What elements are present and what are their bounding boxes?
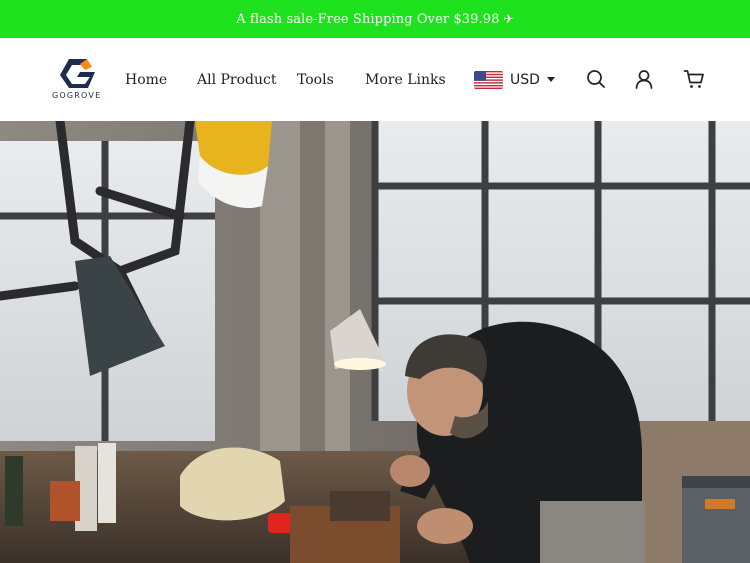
workshop-photo [0, 121, 750, 563]
nav-all-product[interactable]: All Product [197, 38, 277, 121]
caret-down-icon [546, 77, 555, 82]
nav-more-links[interactable]: More Links [365, 38, 446, 121]
brand-logo[interactable]: GOGROVE [52, 55, 104, 105]
search-icon [587, 70, 605, 88]
cart-icon [683, 70, 704, 88]
user-icon [635, 70, 653, 89]
us-flag-icon [474, 70, 503, 89]
brand-name: GOGROVE [52, 91, 102, 100]
gogrove-logo-icon [60, 59, 95, 88]
promo-bar: A flash sale-Free Shipping Over $39.98 ✈ [0, 0, 750, 38]
hero-image [0, 121, 750, 563]
nav-tools[interactable]: Tools [297, 38, 334, 121]
search-button[interactable] [585, 68, 607, 90]
currency-code: USD [510, 71, 540, 88]
cart-button[interactable] [683, 68, 705, 90]
site-header: GOGROVE Home All Product Tools More Link… [0, 38, 750, 121]
currency-selector[interactable]: USD [474, 38, 555, 121]
promo-text: A flash sale-Free Shipping Over $39.98 [236, 11, 500, 27]
nav-home[interactable]: Home [125, 38, 167, 121]
paper-plane-icon: ✈ [503, 12, 514, 26]
account-button[interactable] [633, 68, 655, 90]
